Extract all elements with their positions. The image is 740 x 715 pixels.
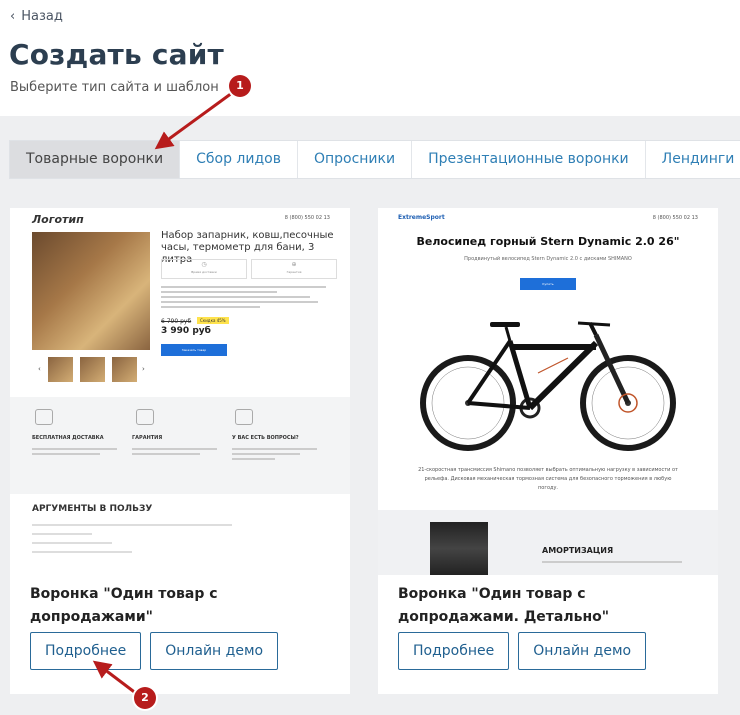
back-link[interactable]: ‹ Назад bbox=[10, 9, 63, 24]
tab-lead-collection[interactable]: Сбор лидов bbox=[180, 141, 298, 178]
preview-price: 3 990 руб bbox=[161, 326, 211, 336]
preview-phone: 8 (800) 550 02 13 bbox=[652, 215, 698, 221]
preview-feature-box: ◷ Время доставки bbox=[161, 259, 247, 279]
chevron-left-icon: ‹ bbox=[38, 365, 41, 373]
card-title: Воронка "Один товар с допродажами" bbox=[30, 586, 218, 625]
chevron-left-icon: ‹ bbox=[10, 9, 16, 24]
details-button[interactable]: Подробнее bbox=[30, 632, 142, 670]
feature-text-lines bbox=[132, 448, 217, 458]
online-demo-button[interactable]: Онлайн демо bbox=[150, 632, 279, 670]
box-icon bbox=[35, 409, 53, 425]
preview-old-price: 6 790 руб bbox=[161, 318, 192, 325]
preview-features-band: БЕСПЛАТНАЯ ДОСТАВКА ГАРАНТИЯ У ВАС ЕСТЬ … bbox=[10, 397, 350, 494]
details-button[interactable]: Подробнее bbox=[398, 632, 510, 670]
product-thumbnail bbox=[112, 357, 137, 382]
annotation-marker: 1 bbox=[229, 75, 251, 97]
preview-logo: Логотип bbox=[32, 213, 84, 226]
template-preview[interactable]: Логотип 8 (800) 550 02 13 ‹ › Набор запа… bbox=[10, 208, 350, 575]
preview-description: 21-скоростная трансмиссия Shimano позвол… bbox=[418, 467, 678, 491]
preview-buy-button: Заказать товар bbox=[161, 344, 227, 356]
card-title: Воронка "Один товар с допродажами. Детал… bbox=[398, 586, 610, 625]
tab-product-funnels[interactable]: Товарные воронки bbox=[10, 141, 181, 178]
product-thumbnail bbox=[80, 357, 105, 382]
preview-product-title: Велосипед горный Stern Dynamic 2.0 26" bbox=[416, 235, 680, 248]
preview-subtitle: Продвинутый велосипед Stern Dynamic 2.0 … bbox=[464, 256, 632, 262]
preview-logo: ExtremeSport bbox=[398, 214, 445, 221]
product-thumbnail bbox=[48, 357, 73, 382]
feature-title: ГАРАНТИЯ bbox=[132, 435, 163, 441]
tab-surveys[interactable]: Опросники bbox=[298, 141, 413, 178]
suspension-fork-image bbox=[430, 522, 488, 575]
certificate-icon bbox=[136, 409, 154, 425]
template-preview[interactable]: ExtremeSport 8 (800) 550 02 13 Велосипед… bbox=[378, 208, 718, 575]
template-card: Логотип 8 (800) 550 02 13 ‹ › Набор запа… bbox=[10, 208, 350, 694]
template-card: ExtremeSport 8 (800) 550 02 13 Велосипед… bbox=[378, 208, 718, 694]
chevron-right-icon: › bbox=[142, 365, 145, 373]
preview-feature-box: ⊕ Гарантия bbox=[251, 259, 337, 279]
preview-phone: 8 (800) 550 02 13 bbox=[284, 215, 330, 221]
tab-presentation-funnels[interactable]: Презентационные воронки bbox=[412, 141, 646, 178]
category-tabs: Товарные воронки Сбор лидов Опросники Пр… bbox=[9, 140, 740, 179]
feature-title: БЕСПЛАТНАЯ ДОСТАВКА bbox=[32, 435, 104, 441]
annotation-marker: 2 bbox=[134, 687, 156, 709]
feature-text-lines bbox=[232, 448, 317, 463]
online-demo-button[interactable]: Онлайн демо bbox=[518, 632, 647, 670]
feature-title: У ВАС ЕСТЬ ВОПРОСЫ? bbox=[232, 435, 299, 441]
page-subtitle: Выберите тип сайта и шаблон bbox=[10, 80, 219, 95]
feature-text-lines bbox=[32, 448, 117, 458]
product-photo bbox=[32, 232, 150, 350]
back-label: Назад bbox=[21, 9, 63, 24]
tab-landings[interactable]: Лендинги bbox=[646, 141, 740, 178]
phone-icon bbox=[235, 409, 253, 425]
preview-sale-badge: Скидка 45% bbox=[197, 317, 229, 324]
preview-args-lines bbox=[32, 524, 232, 560]
preview-section-line bbox=[542, 561, 682, 563]
preview-section-title: АМОРТИЗАЦИЯ bbox=[542, 546, 614, 555]
page-title: Создать сайт bbox=[9, 38, 224, 71]
preview-spec-lines bbox=[161, 286, 326, 311]
preview-section-band bbox=[378, 510, 718, 575]
preview-args-title: АРГУМЕНТЫ В ПОЛЬЗУ bbox=[32, 504, 153, 514]
preview-buy-button: Купить bbox=[520, 278, 576, 290]
bicycle-image bbox=[420, 321, 676, 451]
